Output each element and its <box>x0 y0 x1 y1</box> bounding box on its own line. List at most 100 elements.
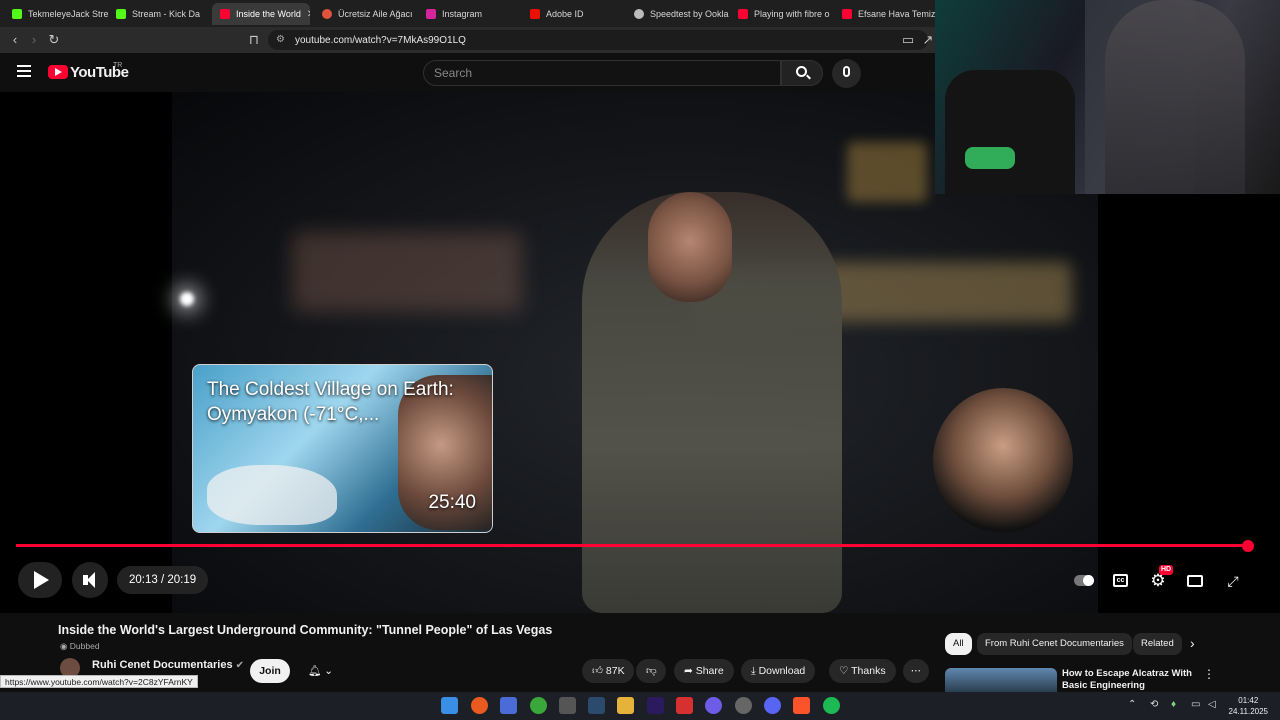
region-code: TR <box>113 62 123 69</box>
chevron-right-icon[interactable]: › <box>1190 635 1195 651</box>
channel-name[interactable]: Ruhi Cenet Documentaries ✔ <box>92 659 244 671</box>
autoplay-toggle[interactable] <box>1074 575 1094 586</box>
thumbs-up-icon: 👍︎ <box>592 665 603 677</box>
spotify-icon[interactable] <box>823 697 840 714</box>
browser-tab[interactable]: Ücretsiz Aile Ağacı <box>314 3 418 25</box>
xbox-icon[interactable] <box>530 697 547 714</box>
system-clock[interactable]: 01:42 24.11.2025 <box>1229 695 1268 717</box>
speaker-icon[interactable]: ◁ <box>1208 699 1216 710</box>
windows-taskbar: ⌃ ⟲ ♦ ▭ ◁ 01:42 24.11.2025 <box>0 692 1280 720</box>
quality-badge: HD <box>1159 565 1174 575</box>
bookmark-icon[interactable]: ⊓ <box>246 32 262 48</box>
more-actions-button[interactable]: ⋯ <box>903 659 929 683</box>
app-epic-icon[interactable] <box>559 697 576 714</box>
steam-icon[interactable] <box>588 697 605 714</box>
family-tree-icon <box>322 9 332 19</box>
voice-search-button[interactable] <box>832 59 861 88</box>
chip-from-channel[interactable]: From Ruhi Cenet Documentaries <box>977 633 1132 655</box>
app-purple-icon[interactable] <box>705 697 722 714</box>
thanks-button[interactable]: ♡ Thanks <box>829 659 896 683</box>
site-info-icon[interactable]: ⚙ <box>276 34 285 45</box>
sync-icon[interactable]: ⟲ <box>1150 699 1158 710</box>
windows-start-icon[interactable] <box>441 697 458 714</box>
next-video-title[interactable]: How to Escape Alcatraz With Basic Engine… <box>1062 668 1192 692</box>
app-red-icon[interactable] <box>676 697 693 714</box>
discord-icon[interactable] <box>764 697 781 714</box>
theater-mode-button[interactable] <box>1184 571 1206 591</box>
more-vertical-icon[interactable]: ⋮ <box>1203 667 1215 681</box>
browser-tab[interactable]: Speedtest by Ookla <box>626 3 730 25</box>
menu-icon[interactable] <box>17 65 31 77</box>
thumbs-down-icon: 👎︎ <box>646 665 657 677</box>
fullscreen-button[interactable]: ⤢ <box>1222 571 1244 591</box>
reload-icon[interactable]: ↻ <box>46 32 62 48</box>
close-tab-icon[interactable]: ✕ <box>307 9 310 20</box>
like-button[interactable]: 👍︎ 87K <box>582 659 634 683</box>
youtube-icon <box>738 9 748 19</box>
cast-icon[interactable]: ▭ <box>900 32 916 48</box>
premiere-icon[interactable] <box>647 697 664 714</box>
address-url: youtube.com/watch?v=7MkAs99O1LQ <box>295 34 466 46</box>
tray-chevron-icon[interactable]: ⌃ <box>1128 699 1136 710</box>
browser-tab[interactable]: Instagram <box>418 3 522 25</box>
subtitles-button[interactable]: cc <box>1110 571 1132 591</box>
gaming-chair <box>945 70 1075 194</box>
browser-tab[interactable]: Stream - Kick Da <box>108 3 212 25</box>
time-display: 20:13 / 20:19 <box>117 566 209 594</box>
browser-tab-active[interactable]: Inside the World✕ <box>212 3 310 25</box>
progress-bar[interactable] <box>16 544 1248 547</box>
bell-icon: 🔔︎ <box>308 665 322 677</box>
share-page-icon[interactable]: ↗ <box>920 32 936 48</box>
mic-tray-icon[interactable]: ♦ <box>1171 699 1176 710</box>
brave-browser-icon[interactable] <box>793 697 810 714</box>
miniplayer-icon <box>1187 575 1203 587</box>
browser-tab[interactable]: Playing with fibre o <box>730 3 834 25</box>
app-window-icon[interactable] <box>500 697 517 714</box>
rgb-light <box>965 147 1015 169</box>
notification-button[interactable]: 🔔︎ ⌄ <box>298 659 340 683</box>
dubbed-label: ◉ Dubbed <box>60 641 100 651</box>
browser-tab[interactable]: Efsane Hava Temizle <box>834 3 938 25</box>
browser-tab[interactable]: Adobe ID <box>522 3 626 25</box>
file-explorer-icon[interactable] <box>617 697 634 714</box>
youtube-logo-icon[interactable] <box>48 65 68 79</box>
cc-icon: cc <box>1113 574 1128 587</box>
share-button[interactable]: ➦ Share <box>674 659 734 683</box>
download-button[interactable]: ⤓ Download <box>741 659 816 683</box>
end-screen-video-card[interactable]: The Coldest Village on Earth: Oymyakon (… <box>192 364 493 533</box>
chevron-down-icon: ⌄ <box>324 665 334 677</box>
search-button[interactable] <box>781 60 823 86</box>
youtube-icon <box>842 9 852 19</box>
join-button[interactable]: Join <box>250 659 290 683</box>
app-grey-icon[interactable] <box>735 697 752 714</box>
scrubber-handle[interactable] <box>1242 540 1254 552</box>
share-icon: ➦ <box>684 665 696 677</box>
play-icon <box>34 571 49 589</box>
address-bar[interactable]: ⚙ youtube.com/watch?v=7MkAs99O1LQ <box>268 30 928 50</box>
thanks-heart-icon: ♡ <box>839 665 852 677</box>
volume-button[interactable] <box>72 562 108 598</box>
more-icon: ⋯ <box>910 665 922 677</box>
chip-all[interactable]: All <box>945 633 972 655</box>
dubbed-icon: ◉ <box>60 641 70 651</box>
app-orange-icon[interactable] <box>471 697 488 714</box>
verified-icon: ✔ <box>235 660 245 671</box>
adobe-icon <box>530 9 540 19</box>
chip-related[interactable]: Related <box>1133 633 1182 655</box>
card-title: The Coldest Village on Earth: Oymyakon (… <box>207 379 454 425</box>
link-status-url: https://www.youtube.com/watch?v=2C8zYFAr… <box>0 675 198 688</box>
download-icon: ⤓ <box>751 665 759 677</box>
browser-tab[interactable]: TekmeleyeJack Stre <box>4 3 108 25</box>
channel-end-screen-avatar[interactable] <box>933 388 1073 533</box>
search-input[interactable]: Search <box>423 60 781 86</box>
network-icon[interactable]: ▭ <box>1191 699 1200 710</box>
next-video-thumbnail[interactable] <box>945 668 1057 692</box>
youtube-icon <box>220 9 230 19</box>
forward-icon[interactable]: › <box>26 32 42 48</box>
instagram-icon <box>426 9 436 19</box>
dislike-button[interactable]: 👎︎ <box>636 659 666 683</box>
play-button[interactable] <box>18 562 62 598</box>
back-icon[interactable]: ‹ <box>7 32 23 48</box>
kick-icon <box>12 9 22 19</box>
card-duration: 25:40 <box>428 492 476 513</box>
